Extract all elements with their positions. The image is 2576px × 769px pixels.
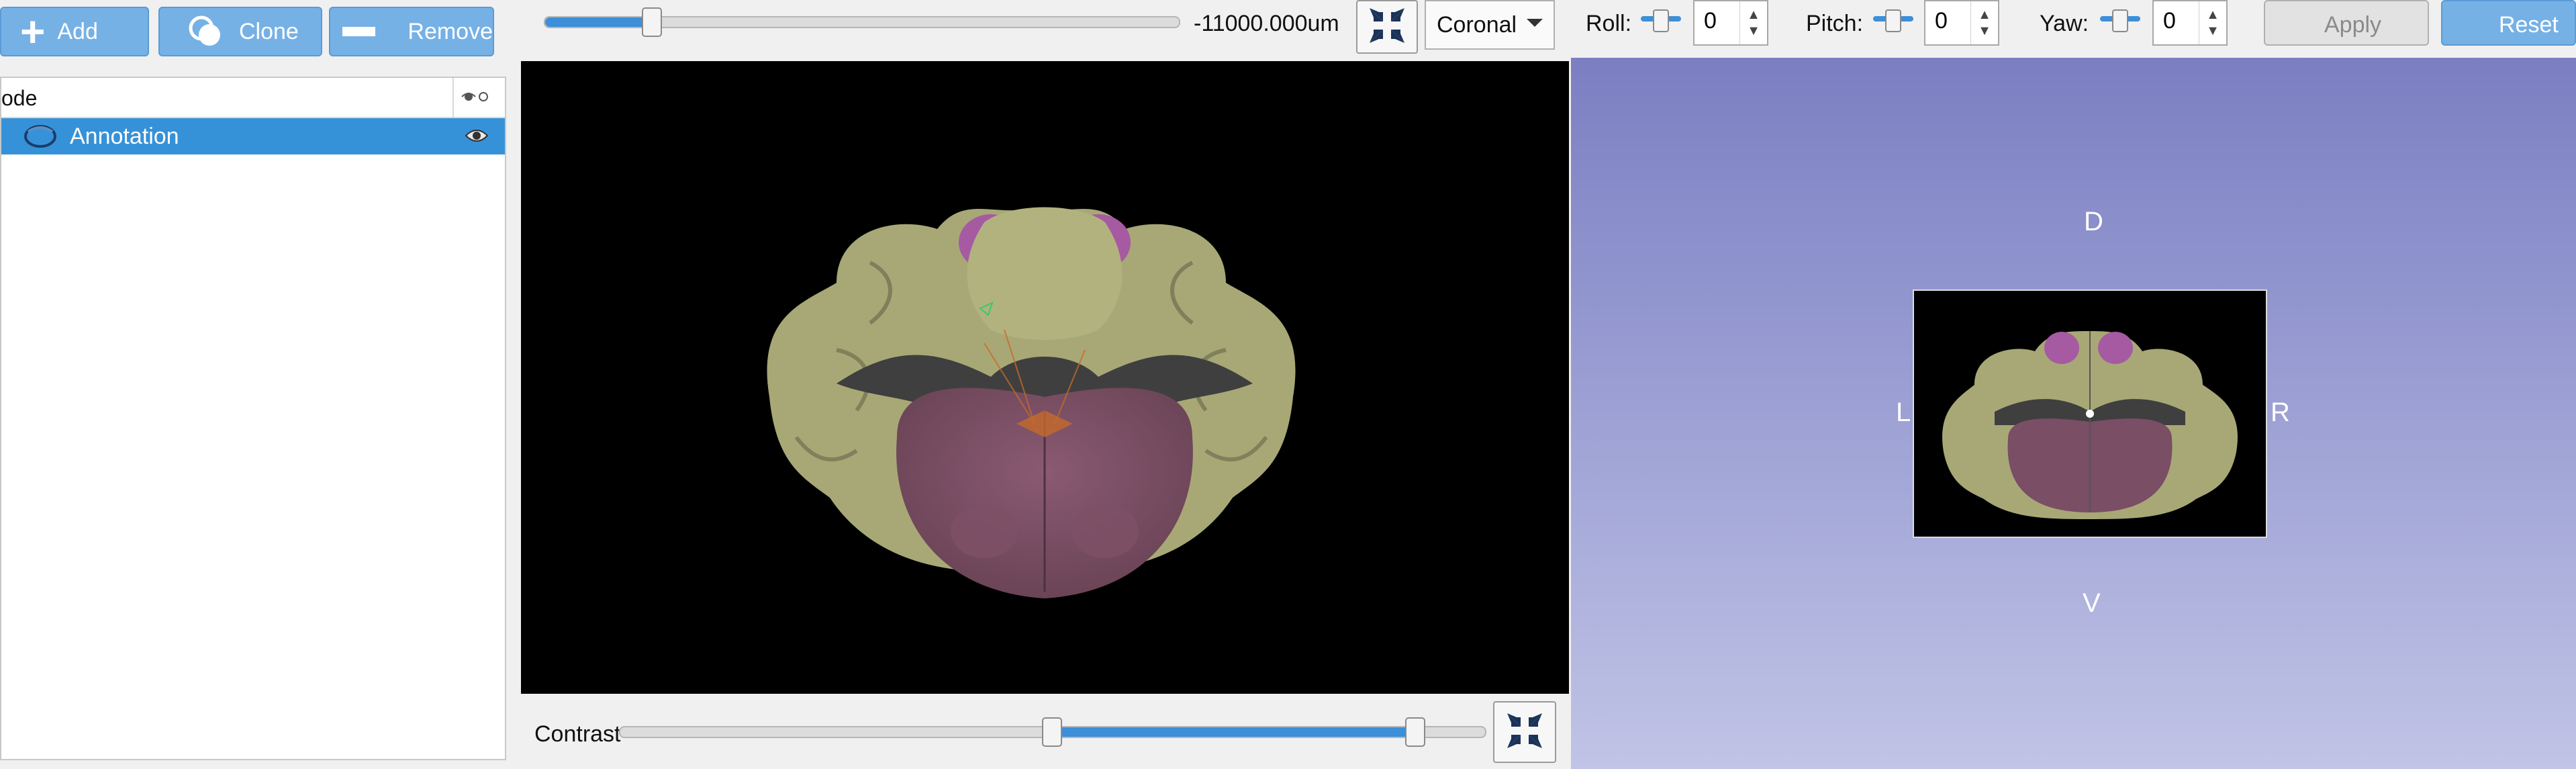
remove-button[interactable]: Remove	[329, 7, 494, 56]
orientation-dropdown[interactable]: Coronal	[1425, 0, 1555, 50]
contrast-label: Contrast	[534, 721, 621, 747]
tree-row-label: Annotation	[70, 124, 179, 149]
orientation-value: Coronal	[1437, 12, 1517, 38]
add-button-label: Add	[57, 18, 98, 44]
roll-value: 0	[1704, 8, 1717, 34]
annotation-node-icon	[21, 122, 59, 154]
orientation-right-label: R	[2271, 398, 2290, 427]
fit-contrast-button[interactable]	[1493, 701, 1556, 763]
tree-header-label: ode	[1, 86, 38, 110]
pitch-label: Pitch:	[1806, 11, 1864, 36]
contrast-low-thumb[interactable]	[1042, 717, 1062, 747]
pitch-spinbox[interactable]: 0 ▲ ▼	[1924, 0, 1999, 46]
fit-view-icon	[1366, 4, 1409, 50]
spin-down-icon[interactable]: ▼	[2206, 23, 2220, 39]
apply-button-label: Apply	[2324, 12, 2382, 38]
spin-down-icon[interactable]: ▼	[1747, 23, 1760, 39]
brain-section-image	[767, 207, 1296, 598]
fit-view-icon	[1503, 709, 1546, 756]
minus-icon	[342, 27, 376, 36]
spin-up-icon[interactable]: ▲	[1978, 7, 1991, 23]
slice-view[interactable]	[521, 61, 1569, 694]
slice-position-thumb[interactable]	[642, 7, 663, 37]
pitch-slider[interactable]	[1873, 9, 1913, 32]
clone-icon	[188, 15, 228, 48]
node-tree-panel[interactable]: ode Annotation	[0, 77, 506, 760]
apply-button[interactable]: Apply	[2264, 0, 2429, 46]
tree-header: ode	[1, 78, 505, 118]
contrast-high-thumb[interactable]	[1404, 717, 1425, 747]
tree-row-annotation[interactable]: Annotation	[1, 118, 505, 154]
roll-slider[interactable]	[1641, 9, 1681, 32]
fit-slice-view-button[interactable]	[1356, 0, 1418, 54]
reset-button[interactable]: Reset	[2441, 0, 2576, 46]
yaw-label: Yaw:	[2040, 11, 2089, 36]
eye-icon[interactable]	[465, 126, 489, 148]
three-d-view[interactable]: D V L R	[1571, 58, 2576, 769]
three-d-slice-plane	[1913, 289, 2267, 538]
roll-label: Roll:	[1586, 11, 1632, 36]
brain-section-thumbnail	[1942, 331, 2238, 519]
reset-button-label: Reset	[2499, 12, 2559, 38]
spin-down-icon[interactable]: ▼	[1978, 23, 1991, 39]
orientation-dorsal-label: D	[2084, 207, 2103, 236]
slice-position-slider[interactable]	[544, 16, 1180, 28]
clone-button[interactable]: Clone	[158, 7, 322, 56]
yaw-slider[interactable]	[2100, 9, 2140, 32]
slice-position-value: -11000.000um	[1194, 11, 1339, 36]
orientation-ventral-label: V	[2083, 588, 2101, 618]
yaw-value: 0	[2163, 8, 2176, 34]
roll-spinbox[interactable]: 0 ▲ ▼	[1693, 0, 1768, 46]
clone-button-label: Clone	[239, 18, 299, 44]
orientation-left-label: L	[1896, 398, 1911, 427]
visibility-header-icon	[461, 90, 491, 107]
chevron-down-icon	[1527, 19, 1543, 27]
add-button[interactable]: + Add	[0, 7, 149, 56]
spin-up-icon[interactable]: ▲	[2206, 7, 2220, 23]
remove-button-label: Remove	[408, 18, 493, 44]
spin-up-icon[interactable]: ▲	[1747, 7, 1760, 23]
plus-icon: +	[20, 7, 46, 56]
yaw-spinbox[interactable]: 0 ▲ ▼	[2152, 0, 2228, 46]
pitch-value: 0	[1935, 8, 1948, 34]
